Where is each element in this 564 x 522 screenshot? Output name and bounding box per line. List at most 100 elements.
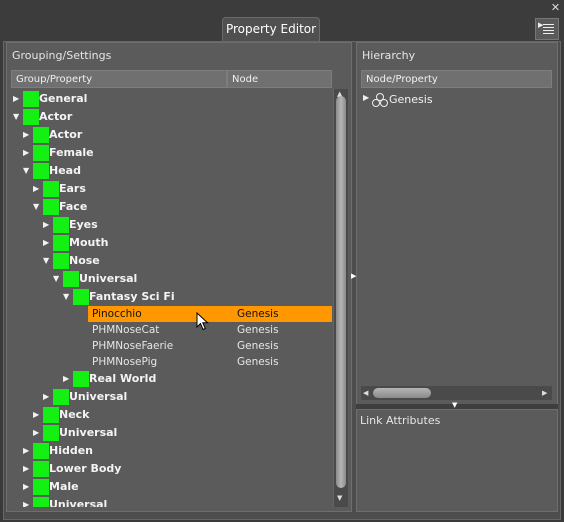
property-name: PHMNoseFaerie (92, 340, 174, 352)
property-node: Genesis (237, 324, 279, 336)
expand-arrow-icon[interactable]: ▶ (43, 234, 51, 252)
collapse-arrow-icon[interactable]: ▼ (13, 108, 21, 126)
tree-label: Eyes (69, 218, 98, 231)
tree-item-nose[interactable]: ▼ Nose (10, 252, 330, 270)
tree-label: Face (59, 200, 88, 213)
property-row-phmnosecat[interactable]: PHMNoseCat Genesis (88, 322, 332, 338)
tree-label: Universal (69, 390, 128, 403)
tree-item-eyes[interactable]: ▶ Eyes (10, 216, 330, 234)
expand-arrow-icon[interactable]: ▶ (23, 144, 31, 162)
tree-label: Universal (59, 426, 118, 439)
group-square-icon (43, 199, 59, 215)
group-square-icon (53, 253, 69, 269)
scroll-thumb[interactable] (336, 96, 346, 488)
tree-label: Male (49, 480, 79, 493)
group-square-icon (23, 109, 39, 125)
expand-arrow-icon[interactable]: ▶ (43, 388, 51, 406)
tree-item-neck[interactable]: ▶ Neck (10, 406, 330, 424)
expand-arrow-icon[interactable]: ▶ (23, 460, 31, 478)
column-header-node-property[interactable]: Node/Property (361, 70, 552, 88)
hierarchy-item-genesis[interactable]: ▶ Genesis (361, 91, 551, 109)
collapse-arrow-icon[interactable]: ▼ (43, 252, 51, 270)
collapse-arrow-icon[interactable]: ▼ (23, 162, 31, 180)
tree-item-universal-3[interactable]: ▶ Universal (10, 424, 330, 442)
property-node: Genesis (237, 308, 279, 320)
splitter-handle-icon[interactable]: ▼ (452, 401, 457, 409)
scroll-right-arrow-icon[interactable]: ▶ (542, 389, 547, 397)
collapse-arrow-icon[interactable]: ▼ (53, 270, 61, 288)
hierarchy-title: Hierarchy (362, 49, 416, 62)
expand-arrow-icon[interactable]: ▶ (23, 442, 31, 460)
tree-vertical-scrollbar[interactable]: ▲ ▼ (333, 89, 348, 507)
tree-label: Female (49, 146, 94, 159)
group-square-icon (33, 461, 49, 477)
group-tree: ▶ General ▼ Actor ▶ Actor ▶ Female ▼ Hea… (10, 89, 332, 507)
group-square-icon (33, 163, 49, 179)
tree-item-ears[interactable]: ▶ Ears (10, 180, 330, 198)
group-square-icon (33, 497, 49, 507)
property-row-phmnosepig[interactable]: PHMNosePig Genesis (88, 354, 332, 370)
scroll-down-arrow-icon[interactable]: ▼ (337, 494, 342, 502)
expand-arrow-icon[interactable]: ▶ (23, 126, 31, 144)
tree-item-general[interactable]: ▶ General (10, 90, 330, 108)
column-header-node[interactable]: Node (227, 70, 332, 88)
tree-item-universal-4[interactable]: ▶ Universal (10, 496, 330, 507)
collapse-arrow-icon[interactable]: ▼ (63, 288, 71, 306)
tree-item-male[interactable]: ▶ Male (10, 478, 330, 496)
collapse-arrow-icon[interactable]: ▼ (33, 198, 41, 216)
group-square-icon (33, 145, 49, 161)
group-square-icon (33, 443, 49, 459)
expand-arrow-icon[interactable]: ▶ (43, 216, 51, 234)
group-square-icon (73, 371, 89, 387)
group-square-icon (43, 407, 59, 423)
link-attributes-title: Link Attributes (360, 414, 441, 427)
tab-property-editor[interactable]: Property Editor (222, 17, 320, 42)
expand-arrow-icon[interactable]: ▶ (13, 90, 21, 108)
tree-label: Lower Body (49, 462, 122, 475)
tree-label: Ears (59, 182, 86, 195)
tree-item-universal-2[interactable]: ▶ Universal (10, 388, 330, 406)
group-square-icon (73, 289, 89, 305)
expand-arrow-icon[interactable]: ▶ (33, 424, 41, 442)
tree-item-real-world[interactable]: ▶ Real World (10, 370, 330, 388)
scroll-thumb[interactable] (373, 388, 431, 398)
group-square-icon (33, 127, 49, 143)
tree-label: Nose (69, 254, 100, 267)
property-name: PHMNosePig (92, 356, 158, 368)
expand-arrow-icon[interactable]: ▶ (33, 180, 41, 198)
close-icon[interactable]: ✕ (549, 2, 562, 13)
pane-menu-button[interactable]: ▶ (535, 18, 559, 40)
expand-arrow-icon[interactable]: ▶ (23, 496, 31, 507)
group-square-icon (23, 91, 39, 107)
group-square-icon (53, 389, 69, 405)
property-row-pinocchio[interactable]: Pinocchio Genesis (88, 306, 332, 322)
tree-item-face[interactable]: ▼ Face (10, 198, 330, 216)
grouping-title: Grouping/Settings (12, 49, 112, 62)
tree-item-mouth[interactable]: ▶ Mouth (10, 234, 330, 252)
scroll-left-arrow-icon[interactable]: ◀ (363, 389, 368, 397)
expand-arrow-icon[interactable]: ▶ (33, 406, 41, 424)
tree-item-actor[interactable]: ▼ Actor (10, 108, 330, 126)
tree-label: Mouth (69, 236, 109, 249)
group-square-icon (53, 235, 69, 251)
group-square-icon (53, 217, 69, 233)
expand-arrow-icon[interactable]: ▶ (63, 370, 71, 388)
property-row-phmnosefaerie[interactable]: PHMNoseFaerie Genesis (88, 338, 332, 354)
tree-item-hidden[interactable]: ▶ Hidden (10, 442, 330, 460)
tree-item-fantasy-sci-fi[interactable]: ▼ Fantasy Sci Fi (10, 288, 330, 306)
tree-item-head[interactable]: ▼ Head (10, 162, 330, 180)
tree-item-universal[interactable]: ▼ Universal (10, 270, 330, 288)
tree-item-actor-sub[interactable]: ▶ Actor (10, 126, 330, 144)
expand-arrow-icon[interactable]: ▶ (23, 478, 31, 496)
group-square-icon (63, 271, 79, 287)
tree-item-female[interactable]: ▶ Female (10, 144, 330, 162)
hierarchy-label: Genesis (389, 93, 433, 106)
hierarchy-horizontal-scrollbar[interactable]: ◀ ▶ (361, 386, 552, 400)
tree-label: Head (49, 164, 81, 177)
expand-arrow-icon[interactable]: ▶ (363, 93, 369, 102)
tree-label: General (39, 92, 88, 105)
tree-label: Hidden (49, 444, 94, 457)
tree-item-lower-body[interactable]: ▶ Lower Body (10, 460, 330, 478)
column-header-group-property[interactable]: Group/Property (11, 70, 227, 88)
tree-label: Actor (39, 110, 73, 123)
